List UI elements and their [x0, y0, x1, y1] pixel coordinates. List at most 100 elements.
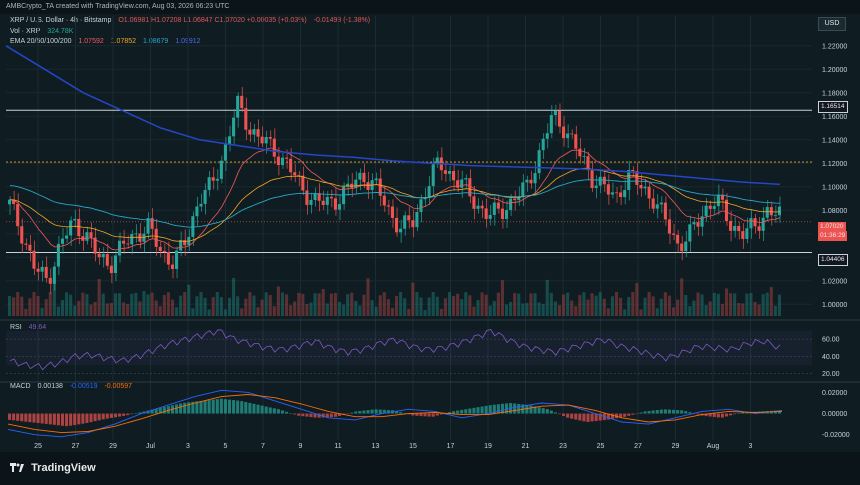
volume-bar: [256, 307, 260, 316]
macd-hist-bar: [24, 413, 28, 422]
macd-hist-bar: [631, 413, 635, 415]
candle-body: [541, 138, 545, 151]
volume-bar: [753, 301, 757, 316]
candle-body: [289, 158, 293, 173]
candle-body: [704, 205, 708, 217]
macd-hist-bar: [537, 407, 541, 414]
volume-bar: [20, 296, 24, 316]
volume-bar: [627, 297, 631, 316]
volume-bar: [162, 294, 166, 316]
tradingview-logo-icon: [10, 463, 24, 472]
candle-body: [195, 206, 199, 217]
rsi-legend[interactable]: RSI 49.64: [10, 324, 51, 331]
candle-body: [403, 215, 407, 229]
volume-bar: [93, 301, 97, 316]
candle-body: [227, 136, 232, 145]
macd-hist-bar: [582, 413, 586, 422]
macd-hist-bar: [545, 409, 549, 414]
volume-bar: [472, 306, 476, 316]
candle-body: [73, 218, 77, 221]
macd-hist-bar: [680, 410, 684, 414]
candle-body: [773, 215, 777, 217]
volume-bar: [590, 293, 594, 316]
candle-body: [566, 133, 570, 139]
candle-body: [443, 170, 447, 174]
volume-bar: [557, 305, 562, 316]
volume-bar: [113, 293, 117, 316]
volume-bar: [733, 293, 737, 316]
macd-hist-bar: [419, 413, 423, 417]
macd-hist-bar: [362, 410, 366, 414]
macd-hist-bar: [529, 405, 533, 414]
macd-hist-bar: [240, 401, 244, 414]
macd-hist-bar: [293, 413, 297, 415]
volume-bar: [741, 303, 745, 316]
rsi-value: 49.64: [28, 324, 47, 331]
macd-hist-bar: [211, 399, 215, 414]
macd-v1: 0.00138: [37, 383, 63, 390]
macd-hist-bar: [329, 413, 333, 418]
volume-bar: [712, 292, 716, 316]
volume-bar: [586, 299, 590, 316]
macd-hist-bar: [513, 403, 517, 414]
macd-hist-bar: [244, 402, 248, 414]
candle-body: [590, 170, 594, 189]
candle-body: [77, 218, 81, 237]
candle-body: [476, 205, 480, 209]
volume-bar: [443, 298, 447, 316]
volume-bar: [602, 298, 606, 316]
volume-bar: [643, 297, 647, 316]
candles: [8, 87, 781, 295]
volume-bar: [582, 292, 586, 316]
macd-legend[interactable]: MACD 0.00138 -0.00519 -0.00597: [10, 383, 137, 390]
volume-bar: [496, 292, 500, 316]
candle-body: [390, 206, 394, 218]
macd-hist-bar: [354, 411, 358, 414]
candle-body: [170, 264, 175, 269]
candle-body: [594, 185, 598, 189]
candle-body: [553, 110, 557, 116]
volume-bar: [729, 293, 733, 316]
tradingview-logo[interactable]: TradingView: [10, 462, 96, 474]
volume-bar: [566, 292, 570, 316]
candle-body: [175, 250, 179, 269]
candle-body: [158, 246, 162, 251]
volume-bar: [362, 294, 366, 316]
candle-body: [325, 196, 329, 205]
macd-hist-bar: [729, 413, 733, 416]
volume-bar: [138, 301, 142, 316]
volume-bar: [537, 302, 541, 316]
macd-hist-bar: [553, 412, 557, 414]
level-tag-low: 1.04406: [818, 254, 848, 266]
candle-body: [117, 240, 122, 256]
candle-body: [777, 206, 781, 216]
macd-hist-bar: [101, 413, 105, 420]
macd-hist-bar: [716, 413, 720, 418]
volume-bar: [435, 296, 439, 316]
macd-hist-bar: [643, 411, 647, 414]
macd-hist-bar: [517, 403, 521, 414]
volume-bar: [403, 298, 407, 316]
macd-hist-bar: [8, 413, 12, 420]
volume-bar: [700, 294, 704, 316]
volume-bar: [77, 300, 81, 316]
macd-hist-bar: [297, 413, 301, 416]
macd-hist-bar: [366, 410, 370, 414]
macd-hist-bar: [280, 410, 285, 414]
macd-hist-bar: [65, 413, 69, 427]
candle-body: [65, 235, 69, 239]
volume-bar: [329, 293, 333, 316]
volume-bar: [297, 292, 301, 316]
macd-hist-bar: [659, 409, 663, 414]
volume-bar: [130, 293, 134, 316]
macd-v3: -0.00597: [104, 383, 133, 390]
rsi-tick-label: 60.00: [822, 337, 840, 344]
macd-hist-bar: [175, 404, 179, 414]
candle-body: [562, 126, 566, 139]
volume-bar: [619, 297, 623, 316]
volume-bar: [500, 280, 504, 316]
macd-tick-label: 0.02000: [822, 390, 847, 397]
volume-bar: [757, 304, 761, 316]
candle-body: [480, 205, 484, 209]
candle-body: [236, 95, 240, 118]
